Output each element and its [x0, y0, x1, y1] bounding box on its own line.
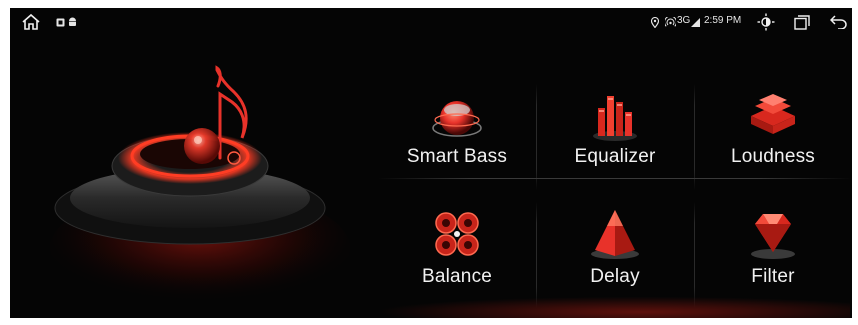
brightness-icon[interactable] — [756, 12, 776, 32]
balance-icon — [427, 204, 487, 264]
signal-icon — [690, 12, 700, 32]
audio-menu-grid: Smart Bass Equalizer Loudness Balance De… — [378, 78, 852, 314]
hotspot-icon — [664, 12, 676, 32]
home-icon[interactable] — [20, 12, 42, 32]
equalizer-button[interactable]: Equalizer — [536, 78, 694, 196]
equalizer-icon — [585, 86, 645, 146]
status-bar: 3G 2:59 PM — [10, 8, 852, 36]
recent-apps-icon[interactable] — [792, 12, 812, 32]
loudness-icon — [743, 86, 803, 146]
loudness-button[interactable]: Loudness — [694, 78, 852, 196]
music-note-decoration — [50, 48, 370, 318]
bottom-glow-decoration — [330, 294, 850, 318]
smart-bass-label: Smart Bass — [406, 146, 508, 167]
delay-icon — [585, 204, 645, 264]
audio-settings-screen: 3G 2:59 PM Smart Bass Equalizer Loudness… — [10, 8, 852, 318]
filter-icon — [743, 204, 803, 264]
filter-label: Filter — [751, 266, 795, 287]
loudness-label: Loudness — [730, 146, 815, 167]
location-icon — [650, 12, 660, 32]
smart-bass-button[interactable]: Smart Bass — [378, 78, 536, 196]
notification-app-icon — [55, 12, 65, 32]
android-icon — [67, 12, 77, 32]
network-type-label: 3G — [677, 15, 691, 26]
delay-label: Delay — [590, 266, 640, 287]
balance-label: Balance — [421, 266, 493, 287]
smart-bass-icon — [427, 86, 487, 146]
clock: 2:59 PM — [704, 15, 742, 26]
equalizer-label: Equalizer — [574, 146, 656, 167]
back-icon[interactable] — [828, 12, 848, 32]
